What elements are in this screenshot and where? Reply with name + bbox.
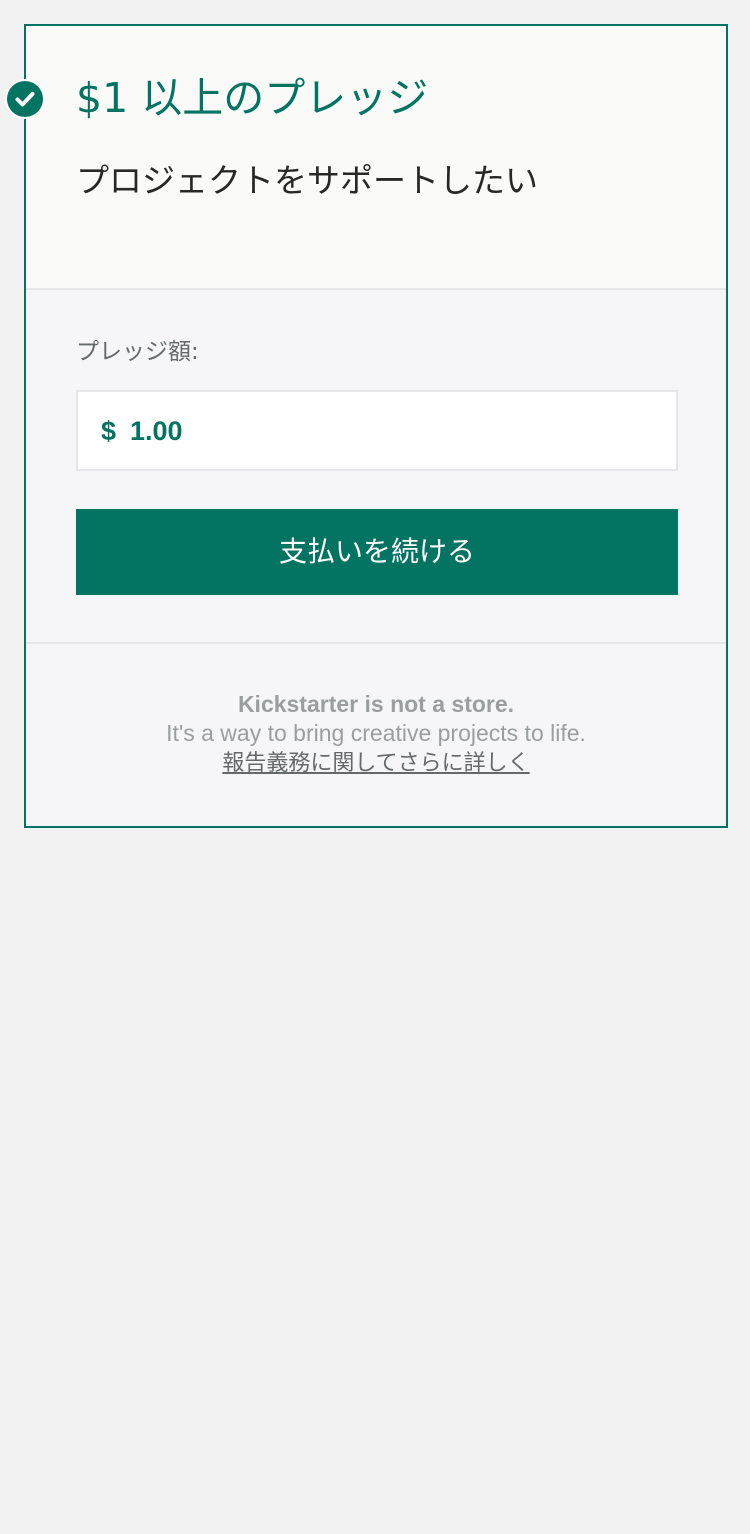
reward-description: プロジェクトをサポートしたい — [76, 161, 538, 200]
mission-text: It's a way to bring creative projects to… — [166, 720, 586, 746]
store-disclaimer: Kickstarter is not a store. It's a way t… — [26, 690, 726, 778]
check-circle-icon — [7, 81, 43, 117]
reward-title: $1 以上のプレッジ — [76, 74, 429, 122]
reward-card: $1 以上のプレッジ プロジェクトをサポートしたい プレッジ額: $ 支払いを続… — [7, 24, 728, 828]
reward-header: $1 以上のプレッジ プロジェクトをサポートしたい — [26, 26, 726, 290]
pledge-amount-input[interactable] — [130, 410, 650, 452]
pledge-amount-field[interactable]: $ — [76, 390, 678, 471]
pledge-form: プレッジ額: $ 支払いを続ける — [26, 290, 726, 644]
store-notice-text: Kickstarter is not a store. — [237, 691, 515, 717]
currency-symbol: $ — [101, 416, 117, 446]
learn-more-link[interactable]: 報告義務に関してさらに詳しく — [222, 749, 529, 778]
continue-to-payment-button[interactable]: 支払いを続ける — [76, 509, 678, 595]
pledge-amount-label: プレッジ額: — [76, 339, 199, 365]
